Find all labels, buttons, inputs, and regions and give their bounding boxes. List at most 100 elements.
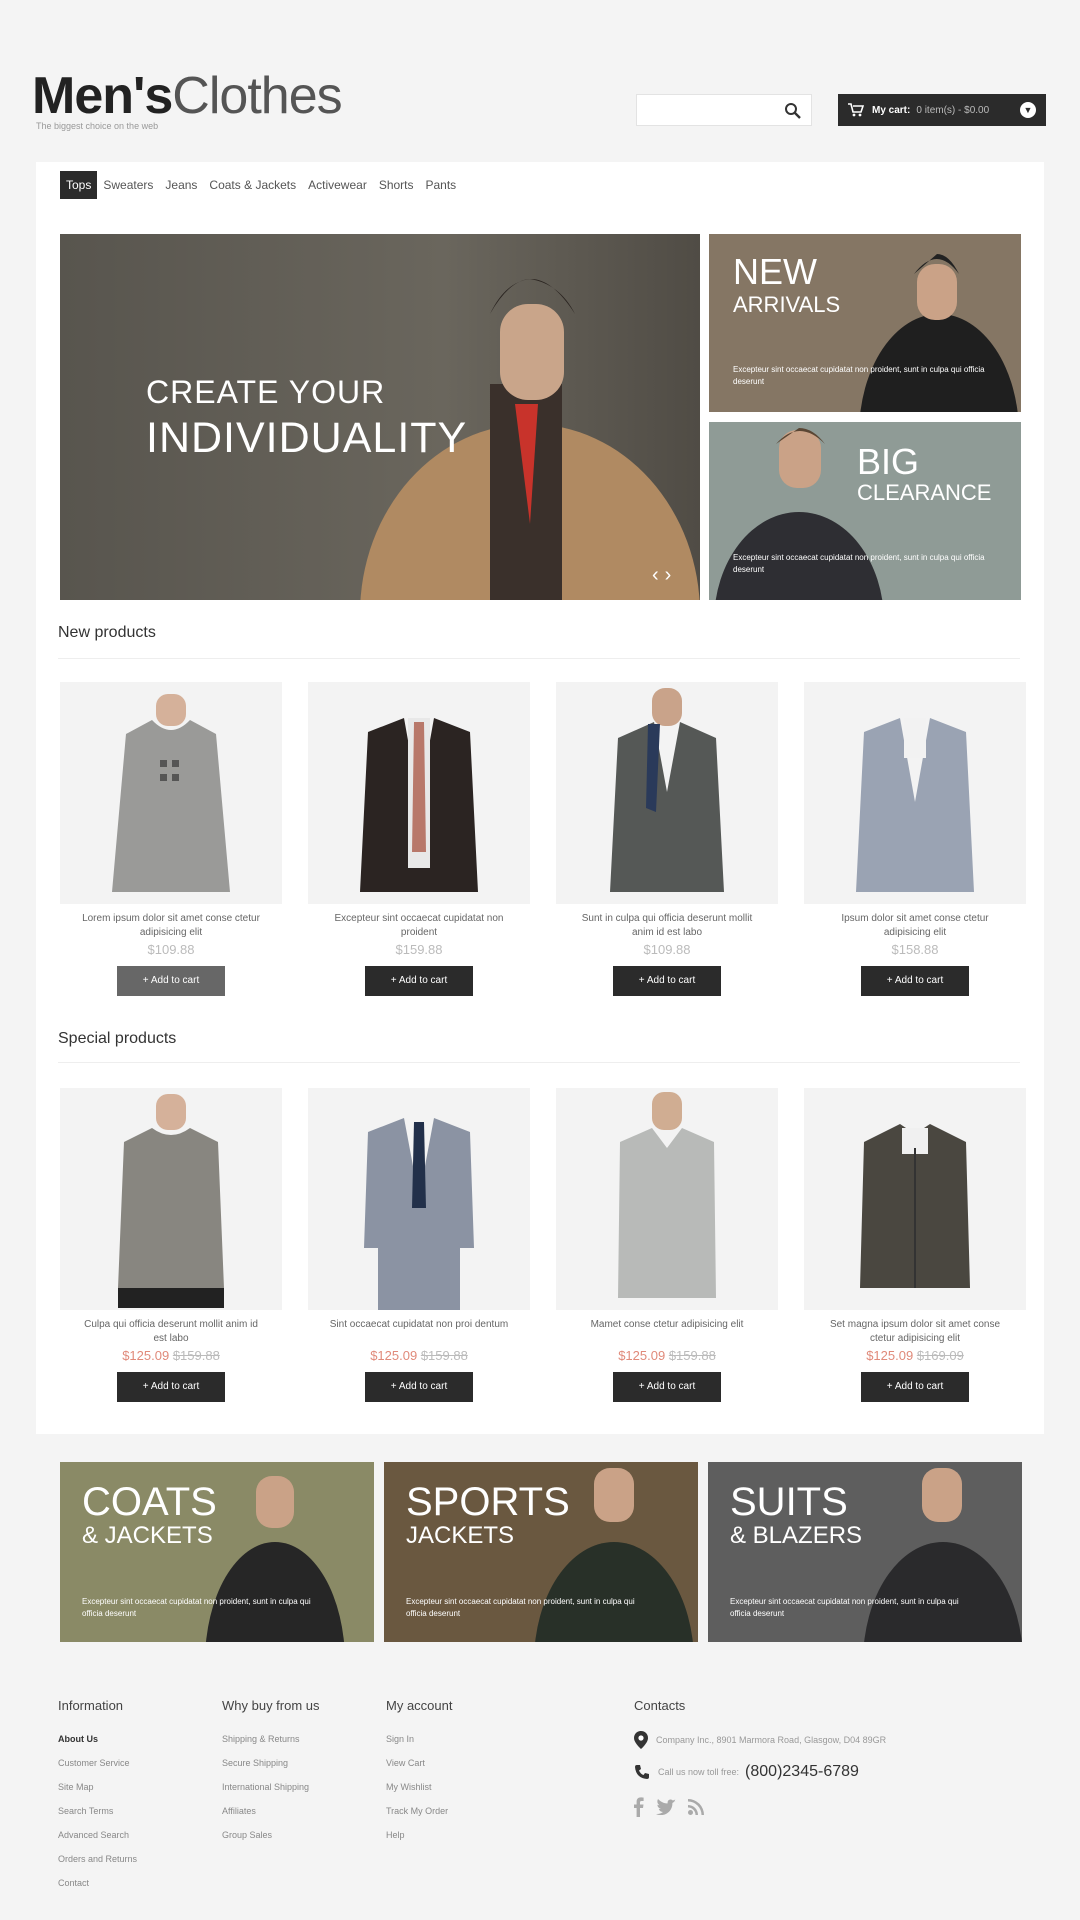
product-name[interactable]: Mamet conse ctetur adipisicing elit: [556, 1318, 778, 1346]
banner-new-arrivals[interactable]: NEW ARRIVALS Excepteur sint occaecat cup…: [709, 234, 1021, 412]
product-old-price: $169.09: [916, 1348, 964, 1363]
chevron-left-icon[interactable]: ‹: [652, 564, 659, 587]
search-icon[interactable]: [783, 101, 803, 121]
category-title: COATS: [82, 1480, 217, 1524]
product-name[interactable]: Sunt in culpa qui officia deserunt molli…: [556, 912, 778, 940]
product-image[interactable]: [804, 682, 1026, 904]
category-text: Excepteur sint occaecat cupidatat non pr…: [82, 1597, 311, 1618]
main-nav: Tops Sweaters Jeans Coats & Jackets Acti…: [60, 171, 462, 199]
section-title-new-products: New products: [58, 624, 156, 641]
product-old-price: $159.88: [668, 1348, 716, 1363]
logo[interactable]: Men'sClothes: [32, 67, 343, 125]
category-banner-coats-jackets[interactable]: COATS & JACKETS Excepteur sint occaecat …: [60, 1462, 374, 1642]
cart-button[interactable]: My cart: 0 item(s) - $0.00 ▼: [838, 94, 1046, 126]
search-input[interactable]: [637, 95, 793, 123]
product-image[interactable]: [60, 1088, 282, 1310]
footer-link[interactable]: Track My Order: [386, 1799, 452, 1823]
product-name[interactable]: Culpa qui officia deserunt mollit anim i…: [60, 1318, 282, 1346]
product-card: Sunt in culpa qui officia deserunt molli…: [556, 682, 778, 996]
footer-link[interactable]: Sign In: [386, 1727, 452, 1751]
add-to-cart-button[interactable]: + Add to cart: [613, 1372, 721, 1402]
search-box: [636, 94, 812, 126]
hero-slider[interactable]: CREATE YOUR INDIVIDUALITY ‹ ›: [60, 234, 700, 600]
category-banner-sports-jackets[interactable]: SPORTS JACKETS Excepteur sint occaecat c…: [384, 1462, 698, 1642]
product-sale-price: $125.09: [866, 1348, 914, 1363]
footer-link[interactable]: Customer Service: [58, 1751, 137, 1775]
footer-link[interactable]: Help: [386, 1823, 452, 1847]
product-card: Excepteur sint occaecat cupidatat non pr…: [308, 682, 530, 996]
add-to-cart-button[interactable]: + Add to cart: [613, 966, 721, 996]
nav-item-tops[interactable]: Tops: [60, 171, 98, 199]
add-to-cart-button[interactable]: + Add to cart: [861, 1372, 969, 1402]
product-image[interactable]: [308, 682, 530, 904]
product-card: Lorem ipsum dolor sit amet conse ctetur …: [60, 682, 282, 996]
product-price-group: $125.09 $159.88: [308, 1348, 530, 1366]
button-label: Add to cart: [398, 1381, 448, 1392]
contact-address: Company Inc., 8901 Marmora Road, Glasgow…: [656, 1735, 887, 1745]
tagline: The biggest choice on the web: [36, 121, 159, 131]
category-banner-suits-blazers[interactable]: SUITS & BLAZERS Excepteur sint occaecat …: [708, 1462, 1022, 1642]
product-old-price: $159.88: [172, 1348, 220, 1363]
footer-link[interactable]: Group Sales: [222, 1823, 320, 1847]
nav-item-activewear[interactable]: Activewear: [302, 171, 373, 199]
product-image[interactable]: [556, 1088, 778, 1310]
footer-link[interactable]: International Shipping: [222, 1775, 320, 1799]
blazer-icon: [360, 718, 478, 892]
footer-column-information: Information About Us Customer Service Si…: [58, 1698, 137, 1895]
footer-link[interactable]: Contact: [58, 1871, 137, 1895]
product-price: $109.88: [147, 942, 195, 957]
add-to-cart-button[interactable]: + Add to cart: [365, 1372, 473, 1402]
footer-title: Contacts: [634, 1698, 686, 1713]
footer-link[interactable]: Secure Shipping: [222, 1751, 320, 1775]
add-to-cart-button[interactable]: + Add to cart: [117, 1372, 225, 1402]
product-image[interactable]: [60, 682, 282, 904]
add-to-cart-button[interactable]: + Add to cart: [861, 966, 969, 996]
banner-title: NEW: [733, 251, 817, 292]
slider-heading-line1: CREATE YOUR: [146, 374, 386, 410]
cart-icon: [848, 103, 864, 117]
banner-big-clearance[interactable]: BIG CLEARANCE Excepteur sint occaecat cu…: [709, 422, 1021, 600]
product-name[interactable]: Ipsum dolor sit amet conse ctetur adipis…: [804, 912, 1026, 940]
nav-item-jeans[interactable]: Jeans: [159, 171, 203, 199]
footer-link[interactable]: About Us: [58, 1727, 137, 1751]
product-image[interactable]: [804, 1088, 1026, 1310]
nav-item-shorts[interactable]: Shorts: [373, 171, 420, 199]
footer-link[interactable]: View Cart: [386, 1751, 452, 1775]
facebook-icon[interactable]: [634, 1797, 644, 1817]
footer-link[interactable]: My Wishlist: [386, 1775, 452, 1799]
chevron-down-icon[interactable]: ▼: [1020, 102, 1036, 118]
footer-link[interactable]: Advanced Search: [58, 1823, 137, 1847]
button-label: Add to cart: [646, 975, 696, 986]
jacket-icon: [610, 688, 724, 892]
footer-link[interactable]: Site Map: [58, 1775, 137, 1799]
footer-link[interactable]: Shipping & Returns: [222, 1727, 320, 1751]
footer-link[interactable]: Affiliates: [222, 1799, 320, 1823]
rss-icon[interactable]: [688, 1799, 704, 1815]
nav-item-sweaters[interactable]: Sweaters: [97, 171, 159, 199]
product-image[interactable]: [308, 1088, 530, 1310]
product-name[interactable]: Set magna ipsum dolor sit amet conse cte…: [804, 1318, 1026, 1346]
nav-item-pants[interactable]: Pants: [420, 171, 463, 199]
phone-icon: [635, 1765, 649, 1779]
add-to-cart-button[interactable]: + Add to cart: [117, 966, 225, 996]
product-name[interactable]: Excepteur sint occaecat cupidatat non pr…: [308, 912, 530, 940]
contact-phone[interactable]: (800)2345-6789: [745, 1763, 859, 1781]
logo-thin: Clothes: [172, 67, 342, 125]
button-label: Add to cart: [894, 975, 944, 986]
product-card: Sint occaecat cupidatat non proi dentum …: [308, 1088, 530, 1402]
jacket-icon: [860, 1124, 970, 1288]
category-subtitle: & BLAZERS: [730, 1522, 863, 1549]
logo-bold: Men's: [32, 67, 173, 125]
product-name[interactable]: Sint occaecat cupidatat non proi dentum: [308, 1318, 530, 1346]
add-to-cart-button[interactable]: + Add to cart: [365, 966, 473, 996]
product-card: Mamet conse ctetur adipisicing elit $125…: [556, 1088, 778, 1402]
product-sale-price: $125.09: [618, 1348, 666, 1363]
twitter-icon[interactable]: [656, 1799, 676, 1815]
footer-link[interactable]: Search Terms: [58, 1799, 137, 1823]
nav-item-coats-jackets[interactable]: Coats & Jackets: [203, 171, 302, 199]
footer-link[interactable]: Orders and Returns: [58, 1847, 137, 1871]
chevron-right-icon[interactable]: ›: [665, 564, 672, 587]
product-name[interactable]: Lorem ipsum dolor sit amet conse ctetur …: [60, 912, 282, 940]
product-price: $158.88: [891, 942, 939, 957]
product-image[interactable]: [556, 682, 778, 904]
